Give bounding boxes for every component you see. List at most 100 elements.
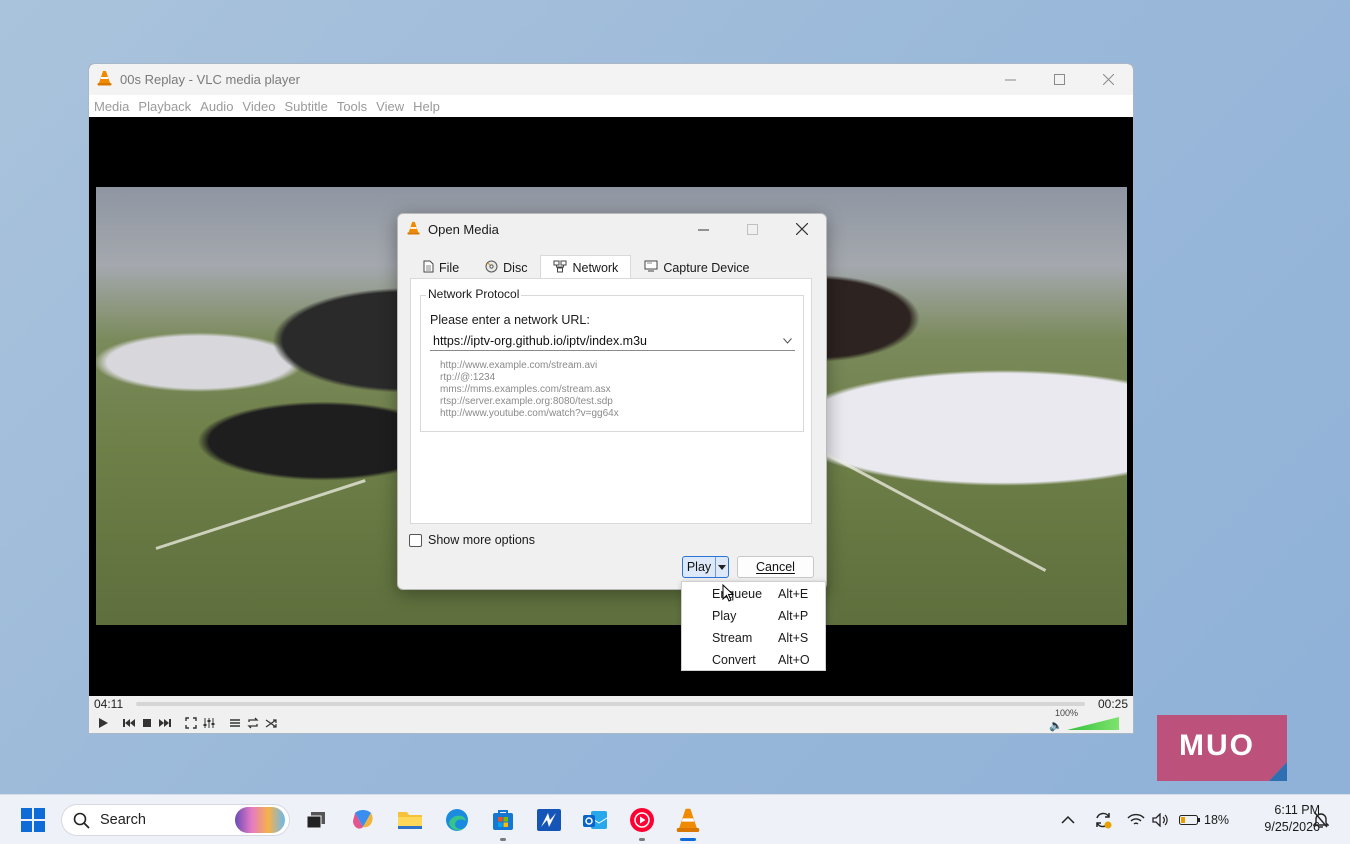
url-input[interactable]: https://iptv-org.github.io/iptv/index.m3…: [430, 334, 779, 348]
time-remaining[interactable]: 00:25: [1098, 697, 1128, 711]
chevron-down-icon[interactable]: [779, 336, 795, 346]
next-button[interactable]: [157, 715, 173, 731]
seek-slider[interactable]: [136, 702, 1085, 706]
tab-disc[interactable]: Disc: [472, 255, 540, 279]
search-icon: [73, 812, 90, 829]
dialog-minimize-button[interactable]: [679, 214, 728, 244]
field-line: [815, 447, 1047, 572]
outlook-icon[interactable]: [578, 803, 612, 837]
example-url: rtp://@:1234: [440, 372, 496, 383]
vlc-cone-icon: [97, 70, 112, 89]
tab-file[interactable]: File: [410, 255, 472, 279]
muo-logo-text: MUO: [1179, 729, 1255, 762]
edge-icon[interactable]: [440, 803, 474, 837]
network-icon: [553, 260, 567, 276]
task-view-icon[interactable]: [299, 803, 333, 837]
wifi-icon[interactable]: [1127, 795, 1145, 844]
tab-capture-device[interactable]: Capture Device: [631, 255, 762, 279]
play-icon: [99, 718, 108, 728]
menu-item-convert[interactable]: Convert Alt+O: [682, 649, 825, 671]
play-split-button[interactable]: Play: [682, 556, 729, 578]
dialog-close-button[interactable]: [777, 214, 826, 244]
media-tabs: File Disc Network Capture Device: [410, 255, 762, 279]
chevron-down-icon: [718, 564, 726, 570]
windows-start-icon[interactable]: [21, 808, 45, 832]
cancel-button[interactable]: Cancel: [737, 556, 814, 578]
app-icon[interactable]: [532, 803, 566, 837]
menu-item-stream[interactable]: Stream Alt+S: [682, 627, 825, 649]
menu-item-label: Play: [712, 609, 737, 623]
notifications-icon[interactable]: [1313, 795, 1329, 844]
vlc-window-title: 00s Replay - VLC media player: [120, 72, 300, 87]
maximize-icon: [1054, 74, 1065, 85]
menu-item-play[interactable]: Play Alt+P: [682, 605, 825, 627]
playlist-icon: [230, 719, 240, 727]
show-more-options-checkbox[interactable]: [409, 533, 422, 547]
equalizer-icon: [203, 718, 215, 728]
show-more-options[interactable]: Show more options: [409, 533, 535, 547]
tab-file-label: File: [439, 260, 460, 275]
menu-item-shortcut: Alt+O: [778, 653, 810, 667]
open-media-dialog: Open Media File Disc Network Capture Dev…: [397, 213, 827, 590]
file-explorer-icon[interactable]: [393, 803, 427, 837]
playlist-button[interactable]: [227, 715, 243, 731]
menu-playback[interactable]: Playback: [137, 99, 197, 114]
volume-tray-icon[interactable]: [1152, 795, 1169, 844]
volume-label: 100%: [1055, 708, 1079, 718]
show-hidden-icons-button[interactable]: [1061, 795, 1075, 844]
fullscreen-button[interactable]: [183, 715, 199, 731]
close-button[interactable]: [1084, 64, 1133, 95]
taskbar-search[interactable]: Search: [61, 804, 290, 836]
minimize-icon: [698, 229, 709, 230]
menu-item-label: Convert: [712, 653, 756, 667]
menu-tools[interactable]: Tools: [336, 99, 373, 114]
tab-network[interactable]: Network: [540, 255, 632, 279]
menu-subtitle[interactable]: Subtitle: [283, 99, 333, 114]
menu-item-enqueue[interactable]: Enqueue Alt+E: [682, 583, 825, 605]
taskbar: Search 18% 6:11 PM 9/25/2026: [0, 794, 1350, 844]
battery-status[interactable]: 18%: [1179, 795, 1229, 844]
taskbar-clock[interactable]: 6:11 PM 9/25/2026: [1264, 802, 1320, 836]
network-protocol-group: Network Protocol Please enter a network …: [420, 287, 804, 432]
vlc-cone-icon: [407, 221, 420, 238]
volume-slider[interactable]: 🔈 100%: [1049, 708, 1119, 732]
stop-button[interactable]: [139, 715, 155, 731]
menu-audio[interactable]: Audio: [199, 99, 239, 114]
dialog-titlebar[interactable]: Open Media: [398, 214, 826, 244]
url-combobox[interactable]: https://iptv-org.github.io/iptv/index.m3…: [430, 332, 795, 351]
play-pause-button[interactable]: [95, 715, 111, 731]
url-label: Please enter a network URL:: [430, 313, 590, 327]
minimize-icon: [1005, 79, 1016, 81]
minimize-button[interactable]: [986, 64, 1035, 95]
close-icon: [795, 223, 808, 235]
fullscreen-icon: [185, 717, 197, 729]
microsoft-store-icon[interactable]: [486, 803, 520, 841]
play-options-menu: Enqueue Alt+E Play Alt+P Stream Alt+S Co…: [681, 581, 826, 671]
maximize-button[interactable]: [1035, 64, 1084, 95]
shuffle-button[interactable]: [263, 715, 279, 731]
extended-settings-button[interactable]: [201, 715, 217, 731]
menu-media[interactable]: Media: [93, 99, 135, 114]
play-button[interactable]: Play: [683, 557, 715, 577]
loop-button[interactable]: [245, 715, 261, 731]
speaker-icon: 🔈: [1049, 720, 1063, 732]
time-elapsed: 04:11: [94, 697, 124, 711]
capture-device-icon: [644, 260, 658, 275]
menu-item-shortcut: Alt+S: [778, 631, 809, 645]
vlc-titlebar[interactable]: 00s Replay - VLC media player: [89, 64, 1133, 95]
field-line: [155, 479, 366, 550]
dialog-title: Open Media: [428, 221, 499, 237]
sync-icon[interactable]: [1093, 795, 1113, 844]
maximize-icon: [747, 223, 758, 235]
example-url: rtsp://server.example.org:8080/test.sdp: [440, 396, 613, 407]
running-indicator: [500, 838, 506, 841]
copilot-icon[interactable]: [346, 803, 380, 837]
youtube-music-icon[interactable]: [625, 803, 659, 841]
menu-view[interactable]: View: [375, 99, 410, 114]
menu-help[interactable]: Help: [412, 99, 446, 114]
menu-item-label: Stream: [712, 631, 753, 645]
previous-button[interactable]: [121, 715, 137, 731]
vlc-taskbar-icon[interactable]: [671, 803, 705, 841]
menu-video[interactable]: Video: [241, 99, 281, 114]
play-dropdown-button[interactable]: [715, 557, 728, 577]
